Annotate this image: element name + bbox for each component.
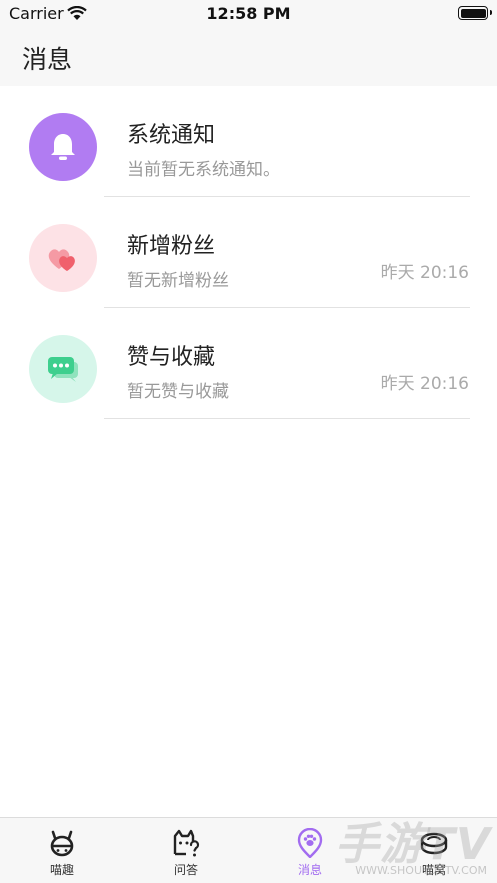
message-item-followers[interactable]: 新增粉丝 暂无新增粉丝 昨天 20:16 bbox=[0, 197, 497, 308]
message-subtitle: 暂无赞与收藏 bbox=[127, 382, 229, 402]
tab-miaowo[interactable]: 喵窝 bbox=[394, 824, 474, 880]
tab-label: 消息 bbox=[297, 863, 322, 877]
avatar bbox=[29, 224, 97, 292]
message-time: 昨天 20:16 bbox=[380, 374, 469, 394]
page-title: 消息 bbox=[22, 45, 73, 74]
status-bar: Carrier 12:58 PM bbox=[0, 0, 497, 28]
message-item-system[interactable]: 系统通知 当前暂无系统通知。 bbox=[0, 86, 497, 197]
divider bbox=[104, 418, 470, 419]
avatar bbox=[29, 335, 97, 403]
message-title: 系统通知 bbox=[127, 123, 216, 148]
tab-label: 喵窝 bbox=[421, 863, 446, 877]
message-item-likes[interactable]: 赞与收藏 暂无赞与收藏 昨天 20:16 bbox=[0, 308, 497, 419]
message-title: 赞与收藏 bbox=[127, 345, 216, 370]
message-time: 昨天 20:16 bbox=[380, 263, 469, 283]
avatar bbox=[29, 113, 97, 181]
tab-miaoqu[interactable]: 喵趣 bbox=[22, 824, 102, 880]
tab-label: 喵趣 bbox=[49, 863, 74, 877]
hearts-icon bbox=[48, 249, 75, 271]
bell-icon bbox=[51, 134, 75, 160]
tab-bar: 喵趣 问答 消息 喵窝 bbox=[0, 817, 497, 883]
tab-label: 问答 bbox=[173, 863, 198, 877]
nav-bar: 消息 bbox=[0, 28, 497, 86]
cat-bed-icon bbox=[420, 832, 448, 855]
tab-xiaoxi[interactable]: 消息 bbox=[270, 824, 350, 880]
message-list: 系统通知 当前暂无系统通知。 新增粉丝 暂无新增粉丝 昨天 20:16 赞与收藏… bbox=[0, 86, 497, 419]
clock: 12:58 PM bbox=[206, 4, 291, 23]
message-title: 新增粉丝 bbox=[127, 234, 216, 259]
cat-face-icon bbox=[50, 830, 74, 857]
message-subtitle: 暂无新增粉丝 bbox=[127, 271, 229, 291]
cat-question-icon bbox=[173, 829, 200, 857]
tab-wenda[interactable]: 问答 bbox=[146, 824, 226, 880]
message-subtitle: 当前暂无系统通知。 bbox=[127, 160, 280, 180]
battery-icon bbox=[458, 6, 492, 20]
paw-pin-icon bbox=[297, 828, 323, 858]
chat-bubbles-icon bbox=[48, 357, 78, 382]
